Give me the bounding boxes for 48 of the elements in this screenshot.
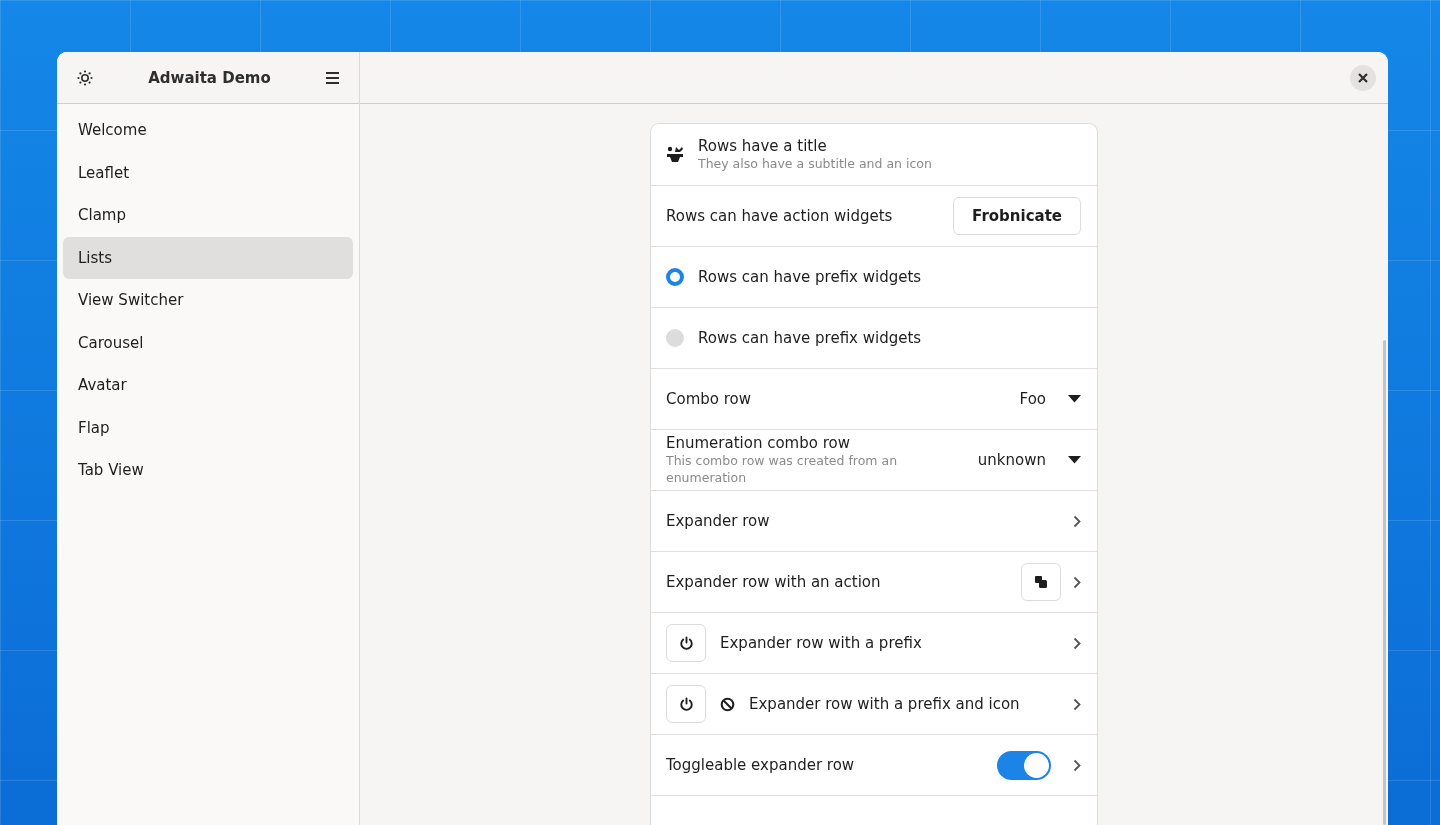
row-subtitle: They also have a subtitle and an icon — [698, 155, 933, 173]
row-title: Expander row — [666, 512, 771, 530]
sidebar-item[interactable]: Carousel — [63, 321, 353, 364]
row-title: Toggleable expander row — [666, 756, 856, 774]
power-button[interactable] — [666, 624, 706, 662]
combo-value[interactable]: unknown — [977, 451, 1046, 469]
sidebar-item[interactable]: View Switcher — [63, 279, 353, 322]
sidebar-item[interactable]: Leaflet — [63, 151, 353, 194]
toggle-switch[interactable] — [997, 750, 1051, 780]
sidebar-item[interactable]: Flap — [63, 406, 353, 449]
sidebar-item[interactable]: Avatar — [63, 364, 353, 407]
chevron-right-icon — [1073, 758, 1081, 772]
row-title: Rows have a title — [698, 136, 828, 155]
no-entry-icon — [720, 696, 735, 712]
row-subtitle: This combo row was created from an enumeration — [666, 452, 899, 487]
chevron-right-icon — [1073, 514, 1081, 528]
power-icon — [678, 635, 694, 651]
sidebar-item[interactable]: Welcome — [63, 109, 353, 152]
frobnicate-button[interactable]: Frobnicate — [953, 197, 1081, 235]
sidebar-item[interactable]: Tab View — [63, 449, 353, 492]
sidebar-item[interactable]: Clamp — [63, 194, 353, 237]
caret-down-icon — [1068, 456, 1081, 464]
row-title: Rows can have prefix widgets — [698, 268, 923, 286]
row-title: Expander row with a prefix — [720, 634, 923, 652]
tools-icon — [666, 146, 684, 163]
close-icon — [1358, 72, 1368, 83]
row-title: Combo row — [666, 390, 752, 408]
radio-button[interactable] — [666, 268, 684, 286]
close-button[interactable] — [1350, 64, 1376, 91]
chevron-right-icon — [1073, 575, 1081, 589]
scrollbar[interactable] — [1383, 340, 1386, 825]
combo-value[interactable]: Foo — [1019, 390, 1046, 408]
power-icon — [678, 696, 694, 712]
sun-icon[interactable] — [77, 69, 93, 86]
menu-icon[interactable] — [326, 71, 339, 84]
power-button[interactable] — [666, 685, 706, 723]
sidebar-item[interactable]: Lists — [63, 236, 353, 279]
chevron-right-icon — [1073, 697, 1081, 711]
row-title: Rows can have action widgets — [666, 207, 894, 225]
chevron-right-icon — [1073, 636, 1081, 650]
row-title: Enumeration combo row — [666, 433, 851, 452]
window-title: Adwaita Demo — [148, 68, 271, 87]
caret-down-icon — [1068, 395, 1081, 403]
row-title: Expander row with a prefix and icon — [749, 695, 1021, 713]
action-button[interactable] — [1021, 563, 1061, 601]
row-title: Rows can have prefix widgets — [698, 329, 923, 347]
squares-icon — [1034, 575, 1048, 589]
row-title: Expander row with an action — [666, 573, 882, 591]
